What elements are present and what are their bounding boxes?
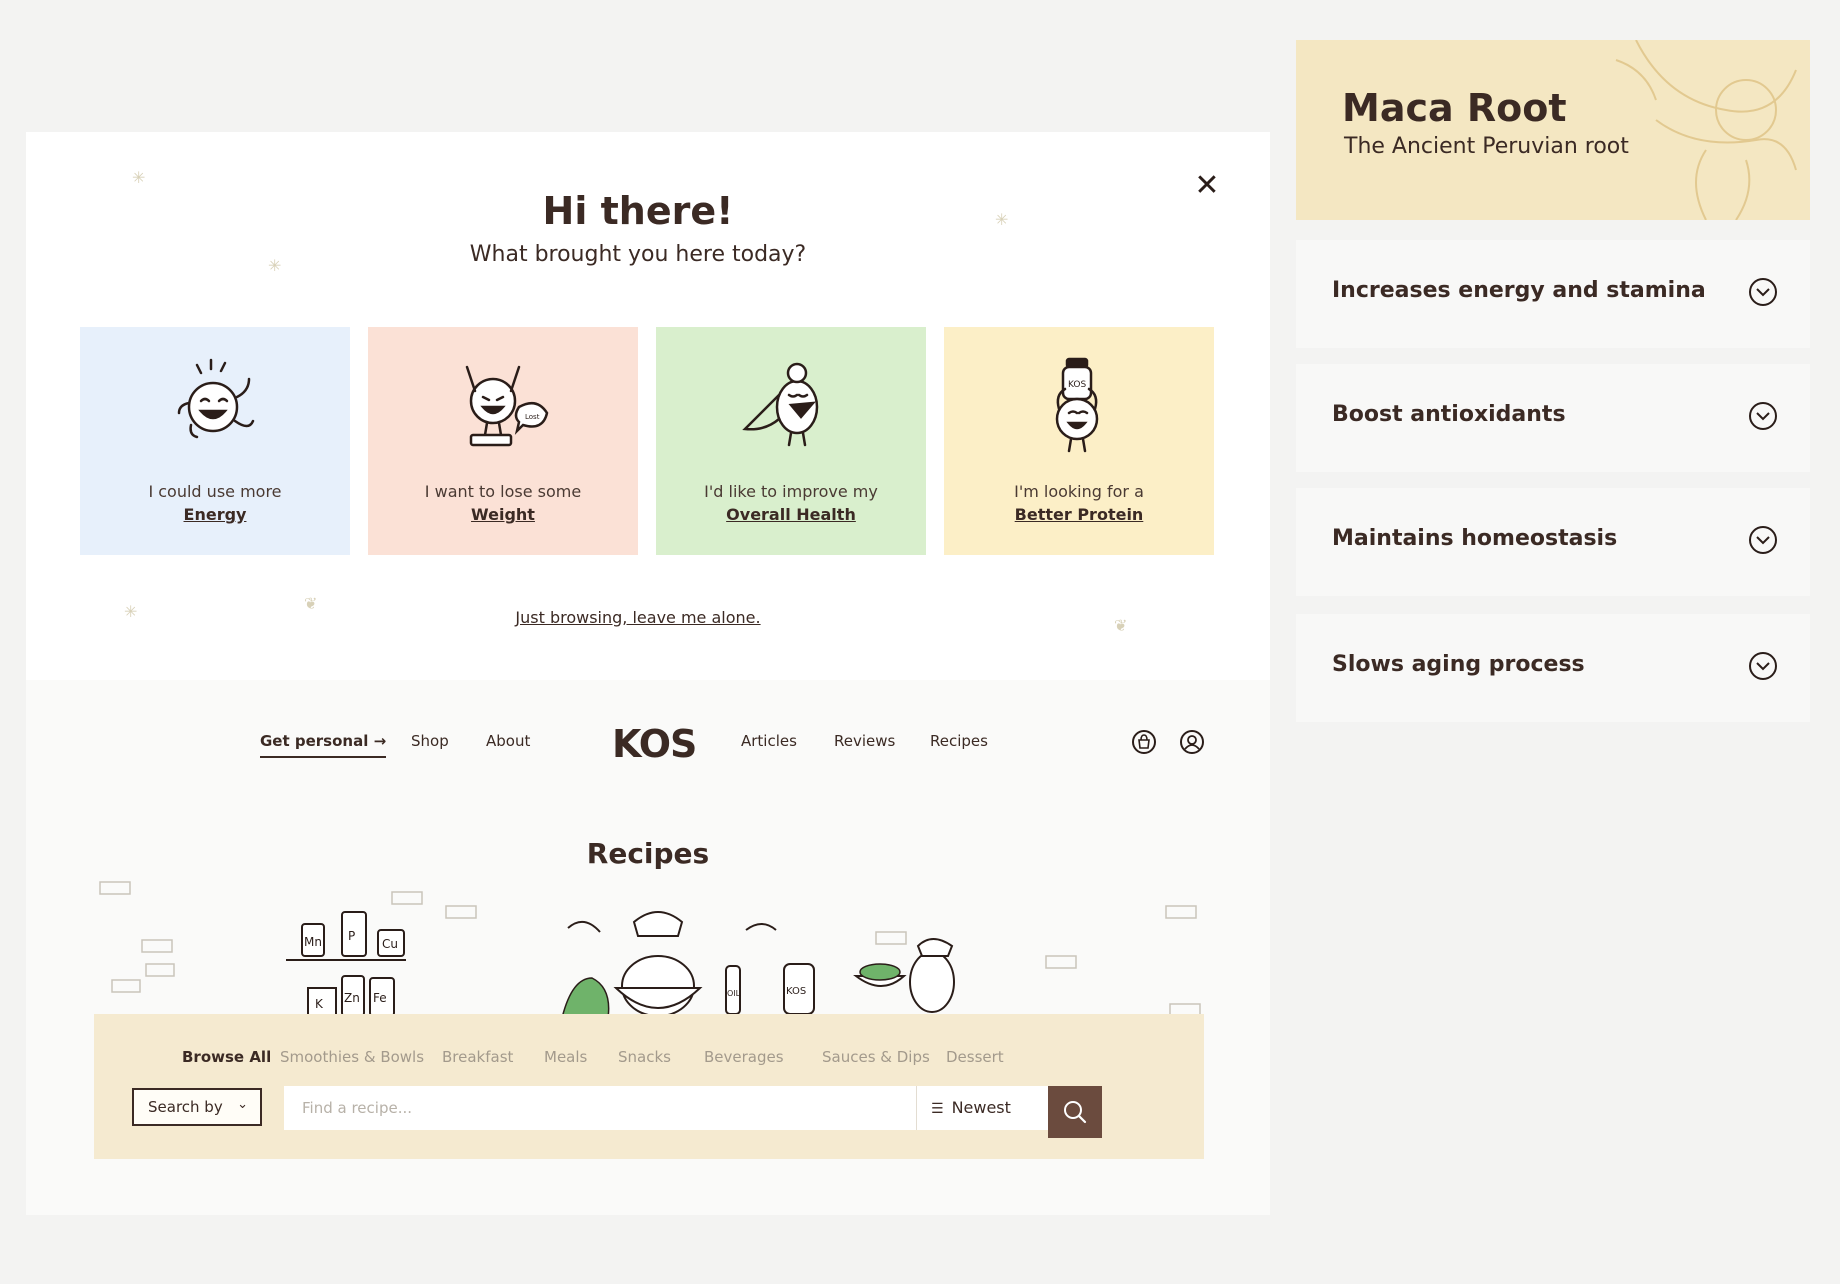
card-goal-label[interactable]: Weight xyxy=(368,505,638,524)
sort-selector[interactable]: ☰ Newest xyxy=(916,1086,1048,1130)
card-goal-label[interactable]: Energy xyxy=(80,505,350,524)
nav-about[interactable]: About xyxy=(486,732,530,750)
goal-card-protein[interactable]: KOS I'm looking for a Better Protein xyxy=(944,327,1214,555)
brand-logo[interactable]: KOS xyxy=(612,722,697,766)
shopping-bag-icon[interactable] xyxy=(1132,730,1156,754)
benefit-label: Increases energy and stamina xyxy=(1332,278,1706,303)
search-by-dropdown[interactable]: Search by ⌄ xyxy=(132,1088,262,1126)
card-line1: I could use more xyxy=(148,482,282,501)
category-smoothies[interactable]: Smoothies & Bowls xyxy=(280,1048,424,1066)
category-dessert[interactable]: Dessert xyxy=(946,1048,1004,1066)
benefit-label: Boost antioxidants xyxy=(1332,402,1566,427)
modal-title: Hi there! xyxy=(542,189,734,233)
sparkle-icon: ✳ xyxy=(132,168,146,187)
category-beverages[interactable]: Beverages xyxy=(704,1048,784,1066)
personalization-modal: ✳ ✳ ✳ ✳ ❦ ❦ ✕ Hi there! What brought you… xyxy=(26,132,1270,680)
category-snacks[interactable]: Snacks xyxy=(618,1048,671,1066)
sort-label: Newest xyxy=(951,1098,1011,1117)
ingredient-hero: Maca Root The Ancient Peruvian root xyxy=(1296,40,1810,220)
card-line1: I'd like to improve my xyxy=(704,482,878,501)
svg-text:Lost: Lost xyxy=(525,413,540,421)
category-meals[interactable]: Meals xyxy=(544,1048,587,1066)
health-character-icon xyxy=(742,362,819,447)
nav-get-personal[interactable]: Get personal → xyxy=(260,732,387,758)
benefit-accordion-item[interactable]: Maintains homeostasis xyxy=(1296,488,1810,596)
weight-character-icon: Lost xyxy=(465,365,549,447)
scene-label: KOS xyxy=(786,986,806,997)
scene-label: Cu xyxy=(382,937,398,951)
chevron-down-icon[interactable] xyxy=(1748,525,1778,555)
chevron-down-icon: ⌄ xyxy=(237,1097,248,1112)
sort-icon: ☰ xyxy=(931,1101,944,1117)
goal-card-weight[interactable]: Lost I want to lose some Weight xyxy=(368,327,638,555)
scene-label: K xyxy=(315,997,324,1011)
category-browse-all[interactable]: Browse All xyxy=(182,1048,271,1066)
card-line1: I'm looking for a xyxy=(1014,482,1144,501)
modal-subtitle: What brought you here today? xyxy=(469,242,807,267)
scene-label: P xyxy=(348,929,355,943)
scene-label: Zn xyxy=(344,991,360,1005)
recipe-search-input[interactable] xyxy=(284,1086,954,1130)
recipe-filter-bar: Browse All Smoothies & Bowls Breakfast M… xyxy=(94,1014,1204,1159)
chevron-down-icon[interactable] xyxy=(1748,401,1778,431)
scene-label: Fe xyxy=(373,991,387,1005)
ingredient-title: Maca Root xyxy=(1342,86,1567,130)
recipes-heading: Recipes xyxy=(586,837,710,870)
maca-root-illustration xyxy=(1615,40,1797,220)
recipe-search-field xyxy=(284,1086,978,1130)
protein-character-icon: KOS xyxy=(1055,357,1099,453)
benefit-accordion-item[interactable]: Boost antioxidants xyxy=(1296,364,1810,472)
benefit-accordion-item[interactable]: Increases energy and stamina xyxy=(1296,240,1810,348)
ingredient-tagline: The Ancient Peruvian root xyxy=(1344,134,1629,159)
search-button[interactable] xyxy=(1048,1086,1102,1138)
energy-character-icon xyxy=(177,358,255,439)
scene-label: Mn xyxy=(304,935,322,949)
card-goal-label[interactable]: Overall Health xyxy=(656,505,926,524)
goal-card-health[interactable]: I'd like to improve my Overall Health xyxy=(656,327,926,555)
search-by-label: Search by xyxy=(148,1098,223,1116)
card-goal-label[interactable]: Better Protein xyxy=(944,505,1214,524)
main-navigation: Get personal → Shop About KOS Articles R… xyxy=(26,712,1270,772)
scene-label: OIL xyxy=(727,989,741,998)
dismiss-link[interactable]: Just browsing, leave me alone. xyxy=(26,608,1250,627)
category-breakfast[interactable]: Breakfast xyxy=(442,1048,513,1066)
search-icon xyxy=(1064,1101,1087,1124)
kitchen-illustration: Mn P Cu K Zn Fe OIL KOS xyxy=(99,881,1201,1019)
nav-articles[interactable]: Articles xyxy=(741,732,797,750)
chevron-down-icon[interactable] xyxy=(1748,277,1778,307)
category-sauces[interactable]: Sauces & Dips xyxy=(822,1048,930,1066)
site-mockup: ✳ ✳ ✳ ✳ ❦ ❦ ✕ Hi there! What brought you… xyxy=(26,132,1270,1215)
user-account-icon[interactable] xyxy=(1180,730,1204,754)
benefit-label: Maintains homeostasis xyxy=(1332,526,1618,551)
svg-text:KOS: KOS xyxy=(1068,380,1086,390)
chevron-down-icon[interactable] xyxy=(1748,651,1778,681)
benefit-accordion-item[interactable]: Slows aging process xyxy=(1296,614,1810,722)
nav-reviews[interactable]: Reviews xyxy=(834,732,895,750)
nav-recipes[interactable]: Recipes xyxy=(930,732,988,750)
goal-card-energy[interactable]: I could use more Energy xyxy=(80,327,350,555)
benefit-label: Slows aging process xyxy=(1332,652,1585,677)
card-line1: I want to lose some xyxy=(424,482,582,501)
nav-shop[interactable]: Shop xyxy=(411,732,449,750)
